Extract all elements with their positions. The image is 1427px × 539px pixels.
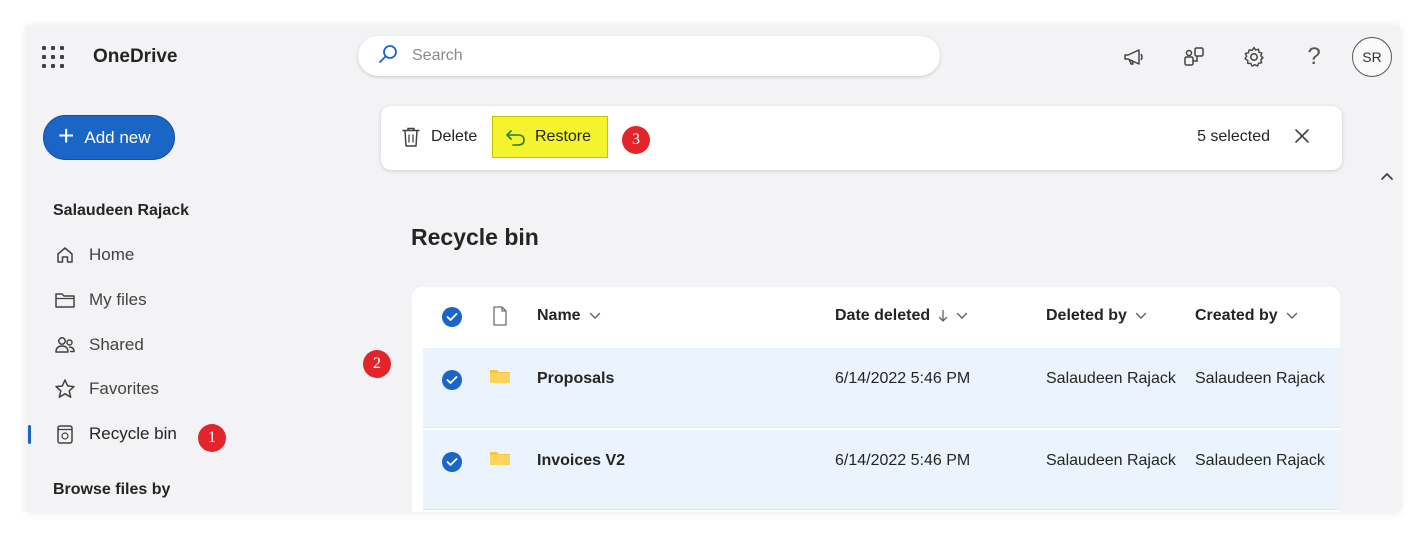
megaphone-icon[interactable] — [1119, 42, 1149, 72]
column-header-name[interactable]: Name — [537, 307, 601, 325]
folder-icon — [489, 368, 511, 384]
user-name: Salaudeen Rajack — [53, 202, 190, 219]
sidebar-item-home[interactable]: Home — [26, 233, 356, 278]
sidebar-item-favorites[interactable]: Favorites — [26, 367, 356, 412]
search-box[interactable] — [358, 36, 940, 76]
home-icon — [54, 244, 76, 266]
table-row[interactable]: Invoices V2 6/14/2022 5:46 PM Salaudeen … — [423, 430, 1340, 510]
delete-button[interactable]: Delete — [401, 126, 477, 148]
plus-icon: + — [58, 120, 75, 151]
sidebar-item-recycle-bin[interactable]: Recycle bin — [26, 412, 356, 457]
trash-icon — [401, 126, 421, 148]
search-input[interactable] — [412, 47, 892, 65]
page-title: Recycle bin — [411, 224, 539, 250]
diamond-feedback-icon[interactable] — [1179, 42, 1209, 72]
chevron-down-icon — [1286, 312, 1298, 320]
restore-button[interactable]: Restore — [492, 116, 608, 158]
star-icon — [54, 378, 76, 400]
date-deleted: 6/14/2022 5:46 PM — [835, 370, 971, 387]
recycle-bin-icon — [54, 423, 76, 445]
clear-selection-close-icon[interactable] — [1292, 126, 1312, 146]
folder-icon — [54, 289, 76, 311]
deleted-by: Salaudeen Rajack — [1046, 370, 1176, 387]
deleted-by: Salaudeen Rajack — [1046, 452, 1176, 469]
app-launcher-icon[interactable] — [42, 46, 64, 68]
selected-count: 5 selected — [1197, 128, 1270, 145]
avatar[interactable]: SR — [1352, 37, 1392, 77]
onedrive-window: OneDrive ? SR + Add new Salaudeen Rajack… — [26, 26, 1400, 512]
table-row[interactable]: Proposals 6/14/2022 5:46 PM Salaudeen Ra… — [423, 348, 1340, 428]
search-icon — [378, 44, 398, 69]
annotation-badge-3: 3 — [622, 126, 650, 154]
delete-label: Delete — [431, 128, 478, 145]
column-header-created-by[interactable]: Created by — [1195, 307, 1298, 325]
sidebar-item-my-files[interactable]: My files — [26, 278, 356, 323]
sidebar-item-shared[interactable]: Shared — [26, 322, 356, 367]
column-header-deleted-by[interactable]: Deleted by — [1046, 307, 1147, 325]
row-checkbox[interactable] — [442, 452, 462, 472]
sort-down-arrow-icon — [938, 309, 948, 323]
file-list: Name Date deleted Deleted by Created by — [412, 287, 1340, 512]
row-checkbox[interactable] — [442, 370, 462, 390]
sidebar-nav: Home My files Shared Favorites Recycle b… — [26, 233, 356, 456]
sidebar-item-label: Home — [89, 245, 135, 265]
scroll-up-chevron-icon[interactable] — [1380, 168, 1394, 186]
annotation-badge-1: 1 — [198, 424, 226, 452]
created-by: Salaudeen Rajack — [1195, 452, 1325, 469]
date-deleted: 6/14/2022 5:46 PM — [835, 452, 971, 469]
browse-files-heading: Browse files by — [53, 481, 171, 498]
file-name[interactable]: Invoices V2 — [537, 452, 625, 470]
gear-icon[interactable] — [1239, 42, 1269, 72]
folder-icon — [489, 450, 511, 466]
chevron-down-icon — [589, 312, 601, 320]
app-title[interactable]: OneDrive — [93, 46, 177, 68]
list-header: Name Date deleted Deleted by Created by — [412, 287, 1340, 347]
add-new-label: Add new — [84, 127, 151, 147]
file-name[interactable]: Proposals — [537, 370, 614, 388]
restore-label: Restore — [535, 128, 592, 145]
people-icon — [54, 334, 76, 356]
undo-arrow-icon — [505, 127, 527, 147]
add-new-button[interactable]: + Add new — [43, 115, 175, 160]
sidebar-item-label: Favorites — [89, 379, 159, 399]
sidebar-item-label: My files — [89, 290, 147, 310]
help-icon[interactable]: ? — [1299, 42, 1329, 72]
sidebar-item-label: Shared — [89, 334, 144, 354]
chevron-down-icon — [956, 312, 968, 320]
select-all-checkbox[interactable] — [442, 307, 462, 327]
sidebar-item-label: Recycle bin — [89, 424, 177, 444]
created-by: Salaudeen Rajack — [1195, 370, 1325, 387]
annotation-badge-2: 2 — [363, 350, 391, 378]
chevron-down-icon — [1135, 312, 1147, 320]
command-bar: Delete Restore 3 5 selected — [381, 106, 1342, 170]
column-header-date-deleted[interactable]: Date deleted — [835, 307, 968, 325]
file-type-icon[interactable] — [492, 306, 508, 326]
